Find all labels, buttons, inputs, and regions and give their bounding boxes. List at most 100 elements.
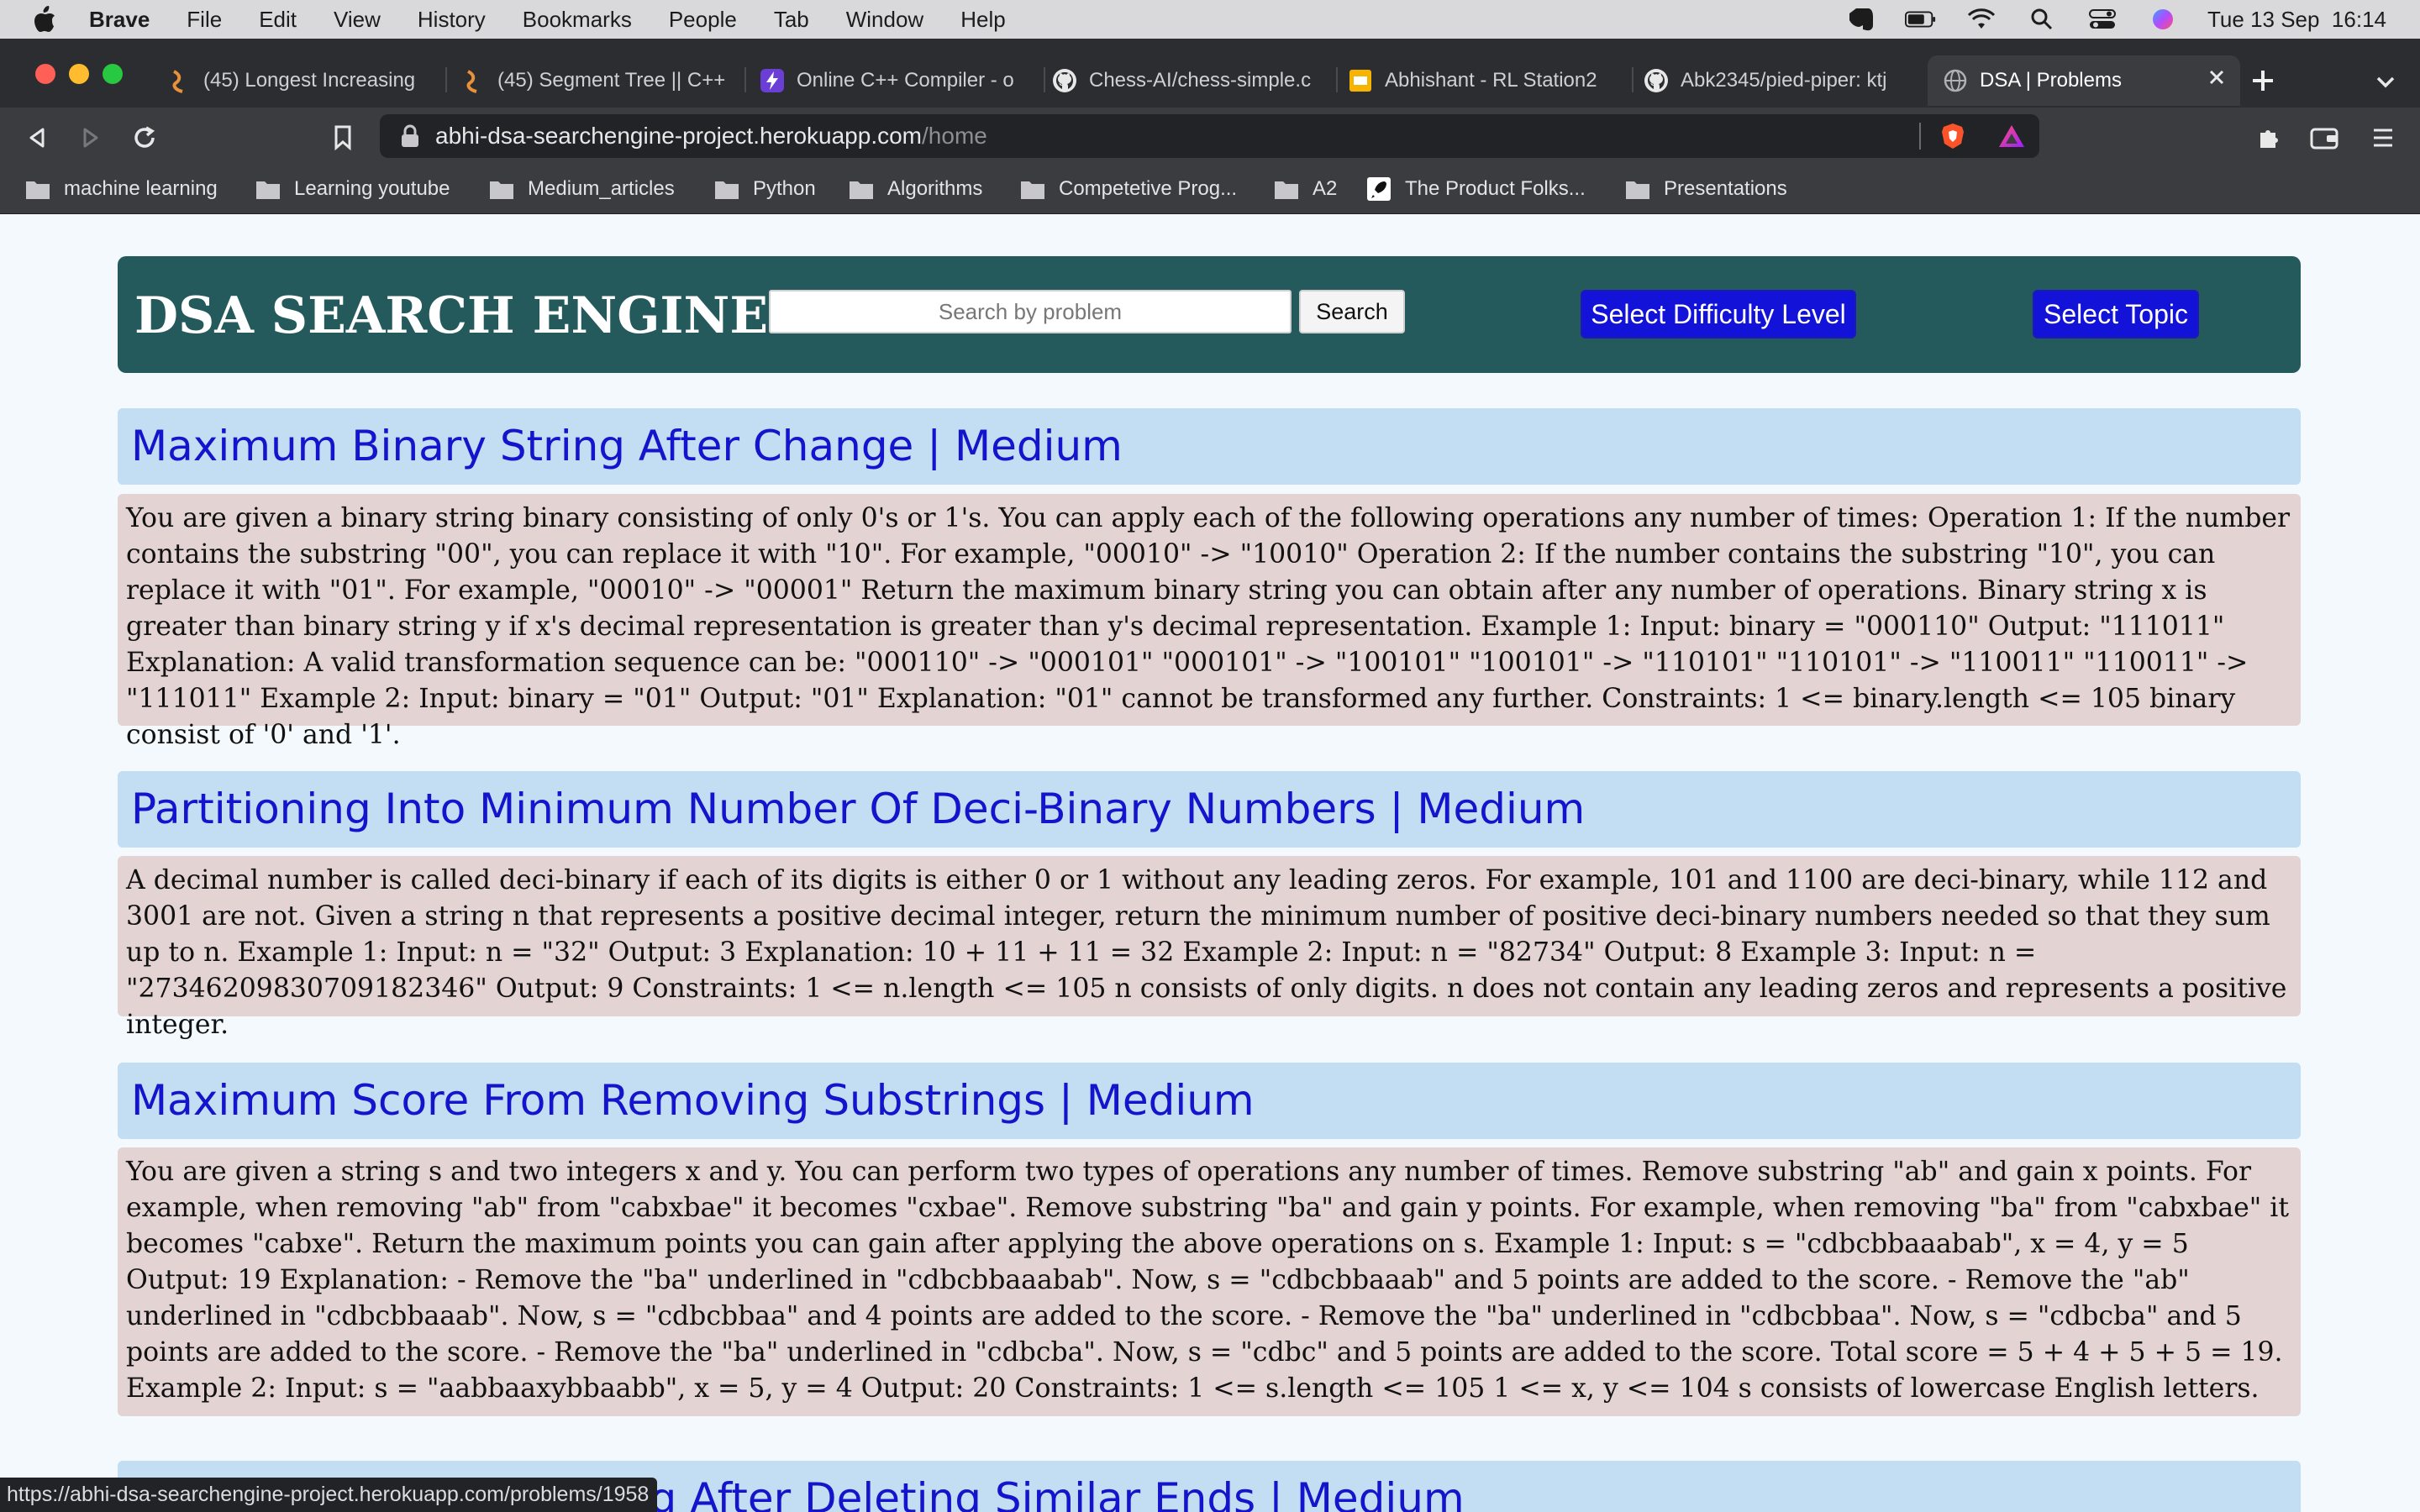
siri-icon[interactable] [2147, 7, 2179, 32]
menu-history[interactable]: History [418, 7, 486, 33]
control-center-icon[interactable] [2086, 7, 2118, 32]
search-input[interactable] [769, 290, 1292, 333]
folder-icon [1626, 181, 1649, 199]
tab-separator [445, 67, 447, 92]
bookmark-label: A2 [1313, 177, 1338, 200]
folder-icon [715, 181, 739, 199]
menu-view[interactable]: View [334, 7, 381, 33]
url-path: /home [922, 123, 987, 149]
bookmark-label: Algorithms [887, 177, 983, 200]
bookmark-label: machine learning [64, 177, 218, 200]
bookmark-the-product-folks[interactable]: The Product Folks... [1366, 176, 1586, 202]
folder-icon [26, 181, 50, 199]
menu-window[interactable]: Window [846, 7, 923, 33]
bookmark-label: The Product Folks... [1405, 177, 1586, 200]
bookmark-python[interactable]: Python [714, 176, 816, 202]
problem-title-link[interactable]: Maximum Score From Removing Substrings |… [118, 1063, 2301, 1139]
problem-description: A decimal number is called deci-binary i… [118, 856, 2301, 1040]
bookmark-label: Python [753, 177, 816, 200]
folder-icon [1021, 181, 1044, 199]
problem-title-link[interactable]: Maximum Binary String After Change | Med… [118, 408, 2301, 485]
tab-rl-station[interactable]: Abhishant - RL Station2 [1348, 59, 1625, 102]
tab-separator [744, 67, 746, 92]
tab-label: Abk2345/pied-piper: ktj [1681, 69, 1887, 92]
evernote-elephant-icon[interactable] [1844, 7, 1876, 32]
site-title: DSA SEARCH ENGINE [134, 286, 769, 345]
apple-icon[interactable] [30, 3, 59, 36]
rocket-icon [1366, 176, 1392, 202]
tab-list-chevron-down-icon[interactable] [2373, 69, 2398, 94]
address-bar[interactable]: abhi-dsa-searchengine-project.herokuapp.… [380, 114, 2039, 158]
tab-pied-piper[interactable]: Abk2345/pied-piper: ktj [1644, 59, 1912, 102]
url-host: abhi-dsa-searchengine-project.herokuapp.… [435, 123, 923, 149]
lock-icon [402, 124, 418, 147]
tab-label: (45) Segment Tree || C++ [497, 69, 726, 92]
select-topic-button[interactable]: Select Topic [2033, 290, 2199, 339]
forward-arrow-icon[interactable] [74, 121, 108, 155]
folder-icon [256, 181, 280, 199]
macos-menu-bar: Brave File Edit View History Bookmarks P… [0, 0, 2420, 39]
problem-title-link[interactable]: Partitioning Into Minimum Number Of Deci… [118, 771, 2301, 848]
menu-bookmarks[interactable]: Bookmarks [523, 7, 632, 33]
search-button[interactable]: Search [1299, 290, 1405, 333]
codeforces-icon [460, 68, 486, 93]
tab-dsa-problems[interactable]: DSA | Problems [1928, 55, 2240, 106]
wallet-icon[interactable] [2307, 121, 2341, 155]
tab-label: Online C++ Compiler - o [797, 69, 1014, 92]
window-zoom-button[interactable] [103, 64, 123, 84]
battery-icon[interactable] [1905, 7, 1937, 32]
tab-label: Abhishant - RL Station2 [1385, 69, 1597, 92]
window-minimize-button[interactable] [69, 64, 89, 84]
tab-online-compiler[interactable]: Online C++ Compiler - o [760, 59, 1037, 102]
bookmark-learning-youtube[interactable]: Learning youtube [255, 176, 450, 202]
folder-icon [850, 181, 873, 199]
wifi-icon[interactable] [1965, 7, 1997, 32]
bookmark-algorithms[interactable]: Algorithms [849, 176, 982, 202]
bookmark-a2[interactable]: A2 [1274, 176, 1337, 202]
bookmark-label: Presentations [1664, 177, 1787, 200]
problem-description: You are given a string s and two integer… [118, 1147, 2301, 1416]
github-icon [1644, 68, 1669, 93]
codeforces-icon [166, 68, 192, 93]
bookmark-presentations[interactable]: Presentations [1625, 176, 1787, 202]
bookmark-competitive-programming[interactable]: Competetive Prog... [1020, 176, 1237, 202]
menu-people[interactable]: People [669, 7, 737, 33]
menu-help[interactable]: Help [960, 7, 1005, 33]
menu-file[interactable]: File [187, 7, 222, 33]
menubar-clock[interactable]: Tue 13 Sep 16:14 [2207, 7, 2386, 33]
problem-description: You are given a binary string binary con… [118, 494, 2301, 750]
back-arrow-icon[interactable] [20, 121, 54, 155]
github-icon [1052, 68, 1077, 93]
globe-icon [1943, 68, 1968, 93]
bookmark-label: Learning youtube [294, 177, 450, 200]
tab-separator [1044, 67, 1045, 92]
brave-rewards-icon[interactable] [1997, 123, 2026, 149]
tab-segment-tree[interactable]: (45) Segment Tree || C++ [460, 59, 736, 102]
link-preview-status-bar: https://abhi-dsa-searchengine-project.he… [0, 1478, 658, 1512]
bookmark-label: Competetive Prog... [1059, 177, 1238, 200]
folder-icon [490, 181, 513, 199]
spotlight-search-icon[interactable] [2026, 7, 2058, 32]
address-bar-divider [1919, 123, 1921, 150]
tab-longest-increasing[interactable]: (45) Longest Increasing [166, 59, 437, 102]
bookmark-label: Medium_articles [528, 177, 675, 200]
site-header: DSA SEARCH ENGINE Search Select Difficul… [118, 256, 2301, 373]
tab-label: (45) Longest Increasing [203, 69, 416, 92]
window-close-button[interactable] [35, 64, 55, 84]
menu-tab[interactable]: Tab [774, 7, 809, 33]
close-tab-icon[interactable] [2205, 66, 2228, 89]
bookmark-icon[interactable] [326, 121, 360, 155]
reload-icon[interactable] [128, 121, 161, 155]
brave-shields-icon[interactable] [1939, 122, 1967, 150]
tab-separator [1632, 67, 1634, 92]
extensions-puzzle-icon[interactable] [2252, 121, 2286, 155]
menu-edit[interactable]: Edit [259, 7, 297, 33]
select-difficulty-button[interactable]: Select Difficulty Level [1581, 290, 1856, 339]
hamburger-menu-icon[interactable] [2366, 121, 2400, 155]
tab-chess-ai[interactable]: Chess-AI/chess-simple.c [1052, 59, 1329, 102]
bookmark-medium-articles[interactable]: Medium_articles [489, 176, 675, 202]
menu-app-name[interactable]: Brave [89, 7, 150, 33]
compiler-icon [760, 68, 785, 93]
bookmark-machine-learning[interactable]: machine learning [25, 176, 218, 202]
new-tab-icon[interactable] [2248, 66, 2278, 96]
